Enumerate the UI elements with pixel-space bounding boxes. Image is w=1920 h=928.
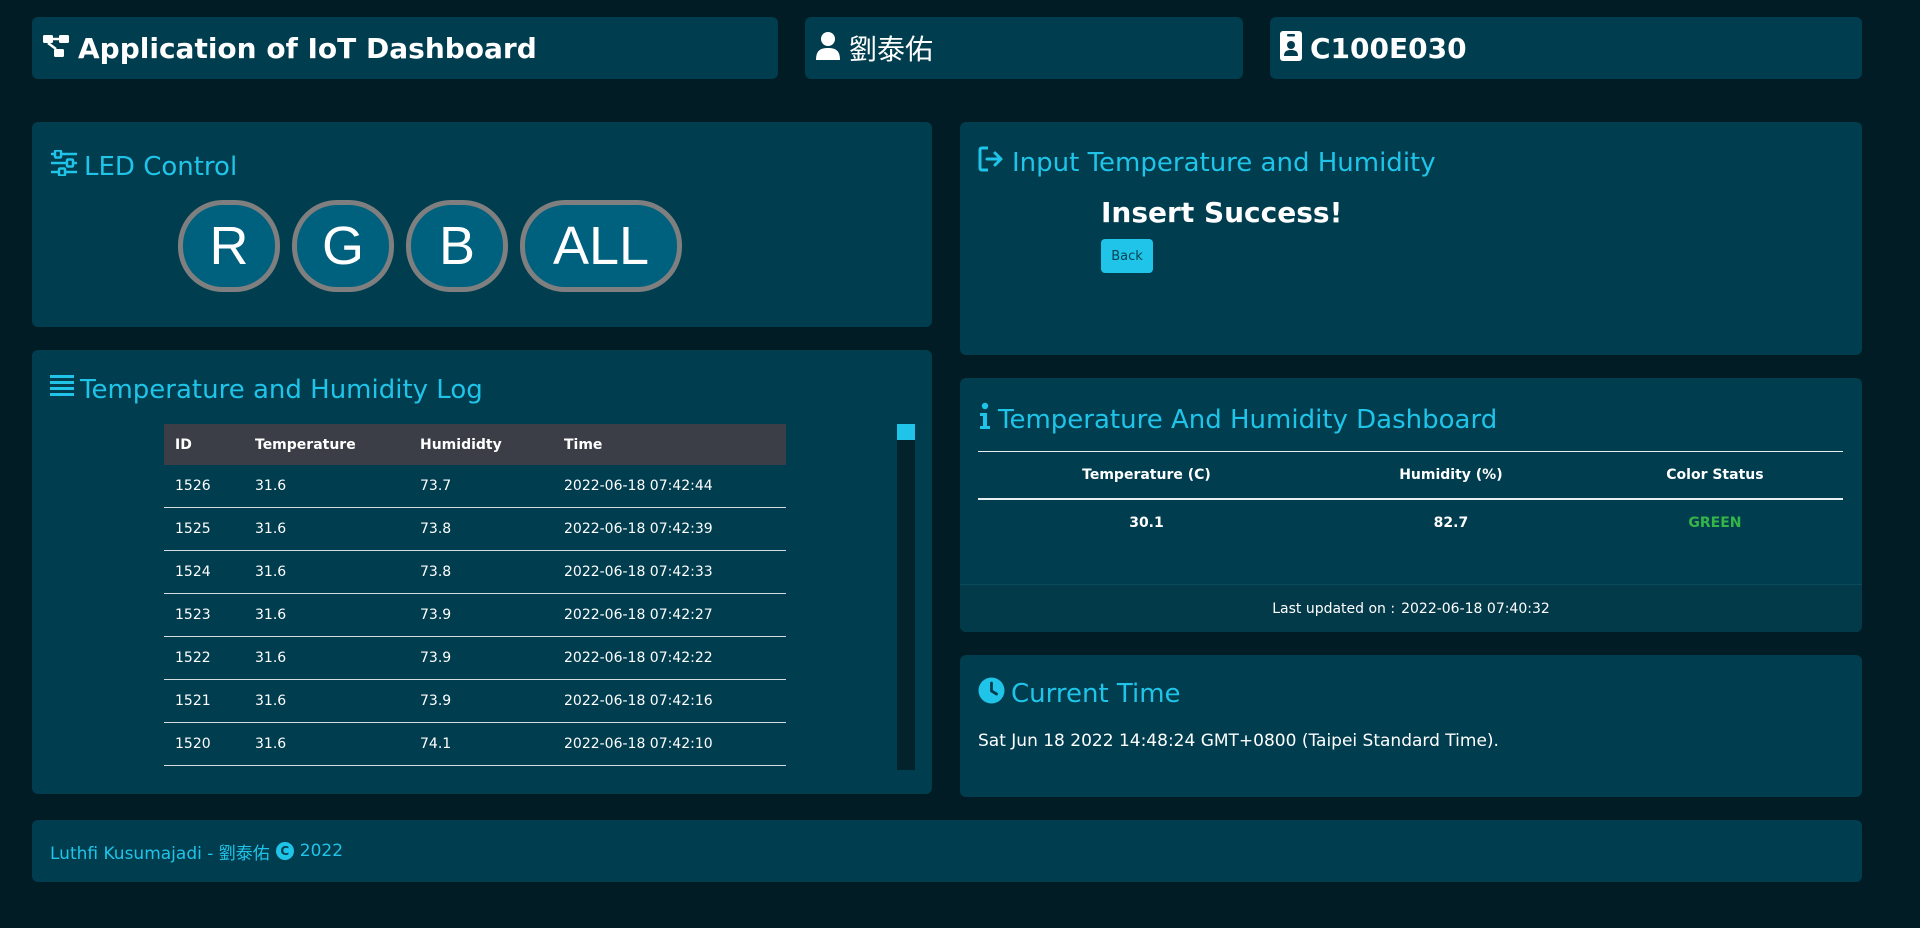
back-button[interactable]: Back: [1101, 239, 1153, 273]
footer-author: Luthfi Kusumajadi - 劉泰佑: [50, 843, 270, 864]
led-g-button[interactable]: G: [292, 200, 394, 292]
log-cell-humidity: 73.8: [409, 507, 553, 551]
table-row: 1521 31.6 73.9 2022-06-18 07:42:16: [164, 679, 786, 723]
student-id-card: C100E030: [1270, 17, 1862, 79]
led-all-button[interactable]: ALL: [520, 200, 682, 292]
log-col-temperature: Temperature: [244, 424, 409, 465]
input-card: Input Temperature and Humidity Insert Su…: [960, 122, 1862, 355]
log-cell-time: 2022-06-18 07:42:10: [553, 722, 786, 766]
current-time-card: Current Time Sat Jun 18 2022 14:48:24 GM…: [960, 655, 1862, 797]
log-cell-time: 2022-06-18 07:42:22: [553, 636, 786, 680]
info-icon: [978, 402, 992, 437]
status-badge: GREEN: [1688, 515, 1742, 531]
log-cell-temperature: 31.6: [244, 679, 409, 723]
log-cell-time: 2022-06-18 07:42:39: [553, 507, 786, 551]
current-time-text: Sat Jun 18 2022 14:48:24 GMT+0800 (Taipe…: [978, 731, 1499, 751]
last-updated-label: Last updated on :: [1272, 600, 1396, 617]
log-col-humidity: Humididty: [409, 424, 553, 465]
dashboard-header-row: Temperature (C) Humidity (%) Color Statu…: [978, 451, 1843, 500]
log-cell-humidity: 73.8: [409, 550, 553, 594]
log-cell-time: 2022-06-18 07:42:33: [553, 550, 786, 594]
log-table: ID Temperature Humididty Time 1526 31.6 …: [164, 424, 786, 766]
log-cell-id: 1522: [164, 636, 244, 680]
dash-temperature-value: 30.1: [1129, 515, 1164, 531]
insert-success-message: Insert Success!: [1101, 196, 1343, 229]
table-row: 1526 31.6 73.7 2022-06-18 07:42:44: [164, 465, 786, 508]
log-title: Temperature and Humidity Log: [50, 374, 483, 405]
log-cell-humidity: 73.7: [409, 465, 553, 508]
footer: Luthfi Kusumajadi - 劉泰佑 C 2022: [32, 820, 1862, 882]
log-cell-id: 1520: [164, 722, 244, 766]
dashboard-card: Temperature And Humidity Dashboard Tempe…: [960, 378, 1862, 632]
log-col-time: Time: [553, 424, 786, 465]
clock-icon: [978, 677, 1005, 711]
dashboard-title: Temperature And Humidity Dashboard: [978, 402, 1497, 437]
log-header-row: ID Temperature Humididty Time: [164, 424, 786, 465]
log-cell-id: 1526: [164, 465, 244, 508]
id-badge-icon: [1280, 31, 1302, 65]
log-col-id: ID: [164, 424, 244, 465]
copyright-icon: C: [275, 842, 294, 860]
log-cell-humidity: 73.9: [409, 679, 553, 723]
user-card: 劉泰佑: [805, 17, 1243, 79]
log-cell-humidity: 73.9: [409, 593, 553, 637]
log-cell-temperature: 31.6: [244, 722, 409, 766]
table-row: 1520 31.6 74.1 2022-06-18 07:42:10: [164, 722, 786, 766]
table-row: 1524 31.6 73.8 2022-06-18 07:42:33: [164, 550, 786, 594]
diagram-icon: [42, 33, 70, 63]
log-cell-temperature: 31.6: [244, 636, 409, 680]
dash-humidity-value: 82.7: [1433, 515, 1469, 531]
led-control-title: LED Control: [50, 149, 237, 183]
log-cell-id: 1523: [164, 593, 244, 637]
log-card: Temperature and Humidity Log ID Temperat…: [32, 350, 932, 794]
app-title-card: Application of IoT Dashboard: [32, 17, 778, 79]
log-cell-time: 2022-06-18 07:42:44: [553, 465, 786, 508]
log-cell-time: 2022-06-18 07:42:16: [553, 679, 786, 723]
last-updated: Last updated on : 2022-06-18 07:40:32: [960, 584, 1862, 632]
user-name: 劉泰佑: [849, 33, 934, 66]
table-row: 1523 31.6 73.9 2022-06-18 07:42:27: [164, 593, 786, 637]
footer-year: 2022: [299, 841, 344, 861]
student-id: C100E030: [1310, 31, 1467, 65]
log-scrollbar-thumb[interactable]: [897, 424, 915, 440]
dash-col-humidity: Humidity (%): [1314, 451, 1587, 500]
input-title: Input Temperature and Humidity: [978, 146, 1436, 179]
user-icon: [815, 31, 841, 65]
log-cell-id: 1525: [164, 507, 244, 551]
log-cell-id: 1521: [164, 679, 244, 723]
log-cell-humidity: 74.1: [409, 722, 553, 766]
dash-col-color-status: Color Status: [1586, 451, 1843, 500]
log-scrollbar[interactable]: [897, 424, 915, 770]
current-time-title: Current Time: [978, 677, 1181, 711]
dash-col-temperature: Temperature (C): [978, 451, 1315, 500]
led-control-card: LED Control R G B ALL: [32, 122, 932, 327]
led-button-group: R G B ALL: [178, 200, 682, 292]
log-cell-id: 1524: [164, 550, 244, 594]
led-b-button[interactable]: B: [406, 200, 508, 292]
app-title: Application of IoT Dashboard: [78, 31, 537, 65]
log-cell-temperature: 31.6: [244, 507, 409, 551]
table-row: 30.1 82.7 GREEN: [978, 499, 1843, 546]
log-cell-temperature: 31.6: [244, 593, 409, 637]
last-updated-value: 2022-06-18 07:40:32: [1401, 600, 1550, 617]
table-row: 1522 31.6 73.9 2022-06-18 07:42:22: [164, 636, 786, 680]
dashboard-table: Temperature (C) Humidity (%) Color Statu…: [978, 451, 1843, 546]
log-cell-time: 2022-06-18 07:42:27: [553, 593, 786, 637]
log-cell-temperature: 31.6: [244, 550, 409, 594]
log-cell-temperature: 31.6: [244, 465, 409, 508]
table-row: 1525 31.6 73.8 2022-06-18 07:42:39: [164, 507, 786, 551]
log-cell-humidity: 73.9: [409, 636, 553, 680]
led-r-button[interactable]: R: [178, 200, 280, 292]
sliders-icon: [50, 149, 78, 183]
sign-in-icon: [978, 146, 1006, 179]
list-icon: [50, 374, 74, 405]
